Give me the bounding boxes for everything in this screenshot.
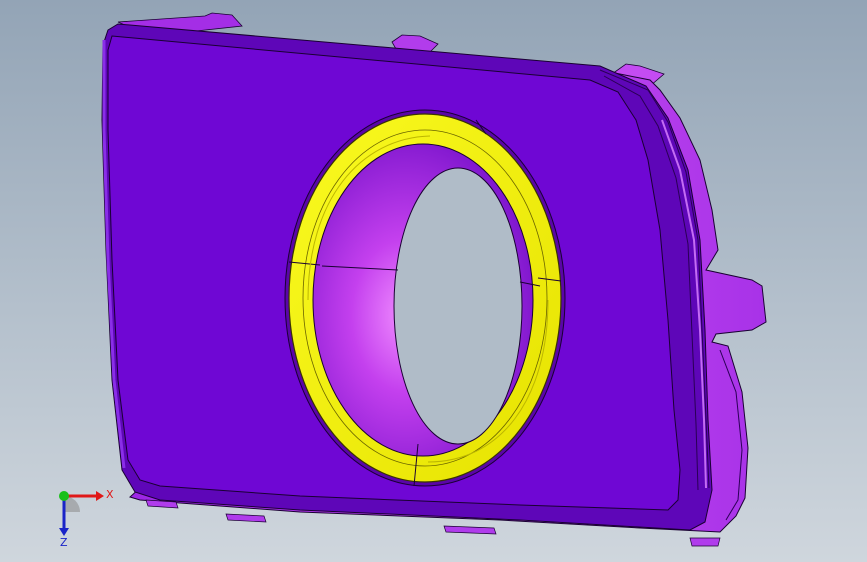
cad-viewport[interactable]: X Z (0, 0, 867, 562)
z-axis-arrowhead (59, 528, 69, 536)
axis-triad[interactable]: X Z (40, 478, 120, 548)
y-axis-dot (59, 491, 69, 501)
x-axis-arrowhead (96, 491, 104, 501)
fog-lamp-bezel-model[interactable] (0, 0, 867, 562)
through-hole (393, 167, 523, 445)
x-axis-label: X (106, 488, 114, 501)
z-axis-label: Z (60, 536, 68, 548)
